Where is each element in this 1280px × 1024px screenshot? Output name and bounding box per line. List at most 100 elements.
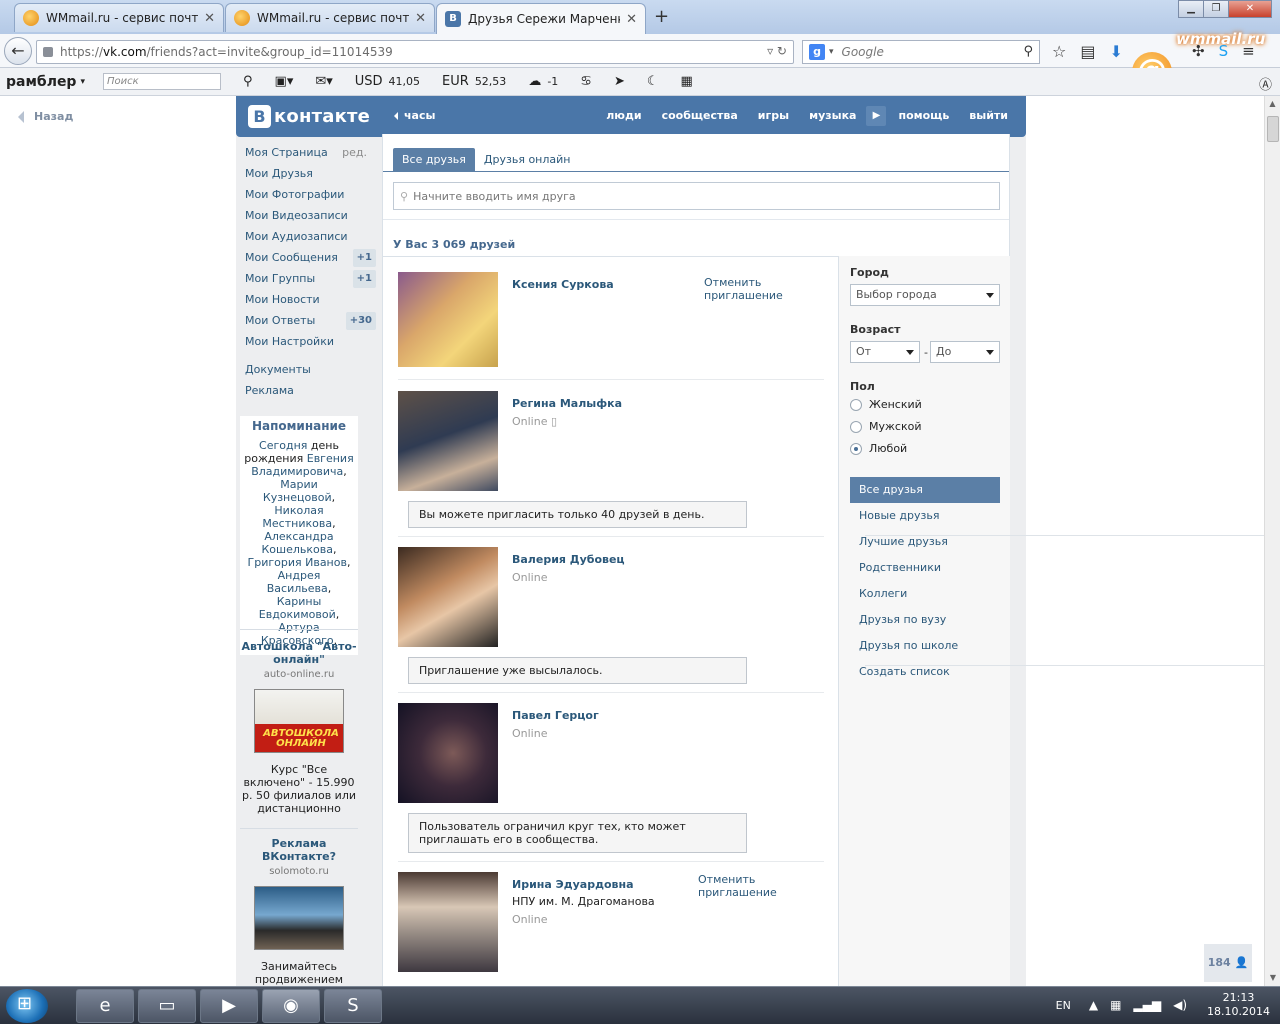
close-tab-icon[interactable]: ✕ xyxy=(204,11,215,26)
sidebar-item-ads[interactable]: Реклама xyxy=(245,384,377,405)
browser-tab-3-active[interactable]: В Друзья Сережи Марченк... ✕ xyxy=(436,3,646,34)
sidebar-item-audio[interactable]: Мои Аудиозаписи xyxy=(245,230,377,251)
browser-tab-2[interactable]: WMmail.ru - сервис почт... ✕ xyxy=(225,3,435,32)
horoscope-icon[interactable]: ♋ xyxy=(580,74,592,89)
sidebar-item-messages[interactable]: Мои Сообщения +1 xyxy=(245,249,377,272)
list-best-friends[interactable]: Лучшие друзья xyxy=(850,529,1000,555)
sex-radio-male[interactable]: Мужской xyxy=(850,420,921,433)
send-icon[interactable]: ➤ xyxy=(614,74,625,89)
list-university-friends[interactable]: Друзья по вузу xyxy=(850,607,1000,633)
city-select[interactable]: Выбор города xyxy=(850,284,1000,306)
tray-arrow-icon[interactable]: ▲ xyxy=(1089,998,1098,1012)
age-from-select[interactable]: От xyxy=(850,341,920,363)
media-player-icon[interactable]: ▶ xyxy=(200,989,258,1023)
sidebar-item-news[interactable]: Мои Новости xyxy=(245,293,377,314)
sidebar-item-videos[interactable]: Мои Видеозаписи xyxy=(245,209,377,230)
menu-people[interactable]: люди xyxy=(606,109,641,126)
scroll-thumb[interactable] xyxy=(1267,116,1279,142)
radio-button-selected[interactable] xyxy=(850,442,862,455)
search-icon[interactable]: ⚲ xyxy=(243,74,253,89)
url-bar[interactable]: https://vk.com/friends?act=invite&group_… xyxy=(36,40,794,64)
network-icon[interactable]: ▦ xyxy=(1110,998,1121,1012)
ad-block-vk-ads[interactable]: Реклама ВКонтакте? solomoto.ru Занимайте… xyxy=(240,837,358,986)
sex-radio-female[interactable]: Женский xyxy=(850,398,922,411)
ad-image[interactable]: АВТОШКОЛА ОНЛАЙН xyxy=(254,689,344,753)
minimize-icon[interactable]: ▁ xyxy=(1178,0,1204,18)
firefox-icon[interactable]: ◉ xyxy=(262,989,320,1023)
play-icon[interactable]: ▶ xyxy=(866,106,887,126)
reminder-name-link[interactable]: Николая Местникова xyxy=(262,504,332,530)
reload-icon[interactable]: ▿ ↻ xyxy=(767,44,787,58)
reminder-name-link[interactable]: Марии Кузнецовой xyxy=(263,478,332,504)
vk-back-link[interactable]: часы xyxy=(394,109,435,122)
friend-name[interactable]: Валерия Дубовец xyxy=(512,553,625,566)
weather-icon[interactable]: ☁ xyxy=(528,74,541,89)
cancel-invitation-link[interactable]: Отменить приглашение xyxy=(698,873,824,899)
page-scrollbar[interactable]: ▲ ▼ xyxy=(1264,96,1280,986)
friend-avatar[interactable] xyxy=(398,391,498,491)
language-indicator[interactable]: EN xyxy=(1056,999,1071,1012)
online-counter-badge[interactable]: 184 👤 xyxy=(1204,944,1252,982)
rambler-search-input[interactable]: Поиск xyxy=(103,73,221,90)
menu-games[interactable]: игры xyxy=(758,109,789,126)
search-icon[interactable]: ⚲ xyxy=(1023,44,1033,59)
friend-search-input[interactable]: ⚲ Начните вводить имя друга xyxy=(393,182,1000,210)
ie-icon[interactable]: e xyxy=(76,989,134,1023)
close-window-icon[interactable]: ✕ xyxy=(1228,0,1272,18)
friend-name[interactable]: Регина Малыфка xyxy=(512,397,622,410)
sidebar-item-photos[interactable]: Мои Фотографии xyxy=(245,188,377,209)
close-tab-icon[interactable]: ✕ xyxy=(415,11,426,26)
back-arrow-icon[interactable]: ← xyxy=(4,37,32,65)
radio-button[interactable] xyxy=(850,420,862,433)
reminder-name-link[interactable]: Андрея Васильева xyxy=(267,569,328,595)
vk-logo[interactable]: В контакте xyxy=(248,105,370,128)
list-school-friends[interactable]: Друзья по школе xyxy=(850,633,1000,659)
sidebar-item-my-page[interactable]: Моя Страница ред. xyxy=(245,146,377,167)
menu-help[interactable]: помощь xyxy=(898,109,949,126)
maximize-icon[interactable]: ❐ xyxy=(1203,0,1229,18)
ad-image[interactable] xyxy=(254,886,344,950)
extension-icon[interactable]: ✣ xyxy=(1192,42,1205,60)
list-colleagues[interactable]: Коллеги xyxy=(850,581,1000,607)
volume-icon[interactable]: ◀) xyxy=(1173,998,1187,1012)
chevron-down-icon[interactable]: ▾ xyxy=(80,77,85,87)
menu-communities[interactable]: сообщества xyxy=(662,109,738,126)
tab-all-friends[interactable]: Все друзья xyxy=(393,148,475,171)
ad-title[interactable]: Реклама ВКонтакте? xyxy=(240,837,358,863)
reminder-name-link[interactable]: Александра Кошелькова xyxy=(262,530,334,556)
browser-tab-1[interactable]: WMmail.ru - сервис почт... ✕ xyxy=(14,3,224,32)
rambler-settings-icon[interactable]: Ⓐ xyxy=(1259,74,1272,93)
skype-icon[interactable]: S xyxy=(1219,42,1229,60)
sidebar-item-settings[interactable]: Мои Настройки xyxy=(245,335,377,356)
skype-icon[interactable]: S xyxy=(324,989,382,1023)
chevron-down-icon[interactable]: ▾ xyxy=(829,47,834,57)
cancel-invitation-link[interactable]: Отменить приглашение xyxy=(704,276,794,302)
menu-music[interactable]: музыка xyxy=(809,109,856,126)
friend-avatar[interactable] xyxy=(398,547,498,647)
radio-button[interactable] xyxy=(850,398,862,411)
menu-logout[interactable]: выйти xyxy=(969,109,1008,126)
mail-icon[interactable]: ✉▾ xyxy=(315,74,332,89)
scroll-down-icon[interactable]: ▼ xyxy=(1265,970,1280,986)
friend-avatar[interactable] xyxy=(398,703,498,803)
reminder-name-link[interactable]: Григория Иванов xyxy=(248,556,347,569)
sidebar-item-friends[interactable]: Мои Друзья xyxy=(245,167,377,188)
create-list-link[interactable]: Создать список xyxy=(850,659,1000,685)
reminder-today-link[interactable]: Сегодня xyxy=(259,439,307,452)
edit-link[interactable]: ред. xyxy=(342,146,367,160)
friend-name[interactable]: Ирина Эдуардовна xyxy=(512,878,634,891)
start-button[interactable] xyxy=(6,989,48,1023)
signal-icon[interactable]: ▂▄▆ xyxy=(1133,998,1161,1012)
friend-avatar[interactable] xyxy=(398,872,498,972)
reminder-name-link[interactable]: Карины Евдокимовой xyxy=(259,595,336,621)
back-link[interactable]: Назад xyxy=(18,110,73,123)
sidebar-item-groups[interactable]: Мои Группы +1 xyxy=(245,270,377,293)
list-relatives[interactable]: Родственники xyxy=(850,555,1000,581)
eur-label[interactable]: EUR xyxy=(442,74,469,89)
sidebar-item-answers[interactable]: Мои Ответы +30 xyxy=(245,312,377,335)
friend-avatar[interactable] xyxy=(398,272,498,367)
bookmarks-list-icon[interactable]: ▤ xyxy=(1080,42,1095,61)
tab-friends-online[interactable]: Друзья онлайн xyxy=(475,148,580,171)
explorer-icon[interactable]: ▭ xyxy=(138,989,196,1023)
scroll-up-icon[interactable]: ▲ xyxy=(1265,96,1280,112)
